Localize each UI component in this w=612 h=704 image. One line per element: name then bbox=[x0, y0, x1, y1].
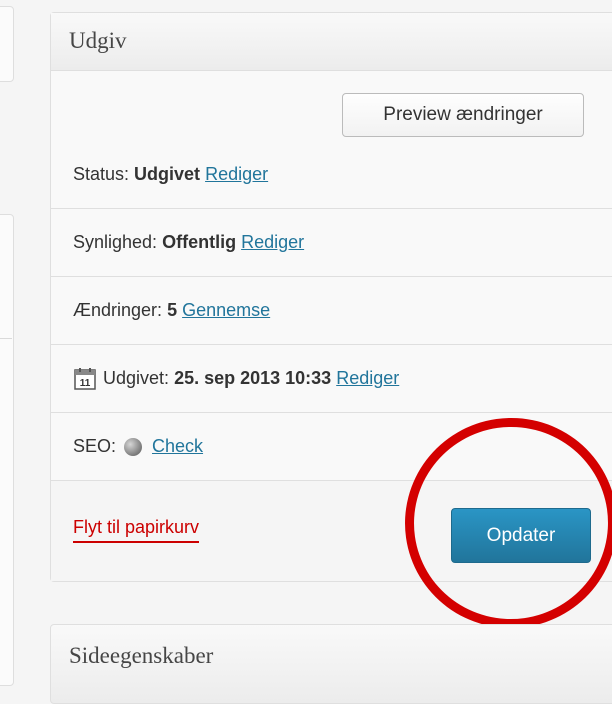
revisions-count: 5 bbox=[167, 300, 178, 320]
status-edit-link[interactable]: Rediger bbox=[205, 164, 268, 185]
visibility-row: Synlighed: Offentlig Rediger bbox=[51, 209, 612, 277]
publish-box-title: Udgiv bbox=[69, 28, 127, 53]
visibility-value: Offentlig bbox=[162, 232, 237, 252]
revisions-label: Ændringer: bbox=[73, 300, 163, 320]
published-date: 25. sep 2013 10:33 bbox=[174, 368, 332, 388]
preview-changes-button[interactable]: Preview ændringer bbox=[342, 93, 584, 137]
published-date-row: 11 Udgivet: 25. sep 2013 10:33 Rediger bbox=[51, 345, 612, 413]
seo-label: SEO: bbox=[73, 436, 117, 456]
revisions-browse-link[interactable]: Gennemse bbox=[182, 300, 270, 321]
page-attributes-box[interactable]: Sideegenskaber bbox=[50, 624, 612, 704]
left-panel-fragment bbox=[0, 6, 14, 82]
visibility-label: Synlighed: bbox=[73, 232, 158, 252]
published-label: Udgivet: bbox=[103, 368, 170, 388]
calendar-day: 11 bbox=[80, 378, 91, 389]
status-value: Udgivet bbox=[134, 164, 201, 184]
status-row: Status: Udgivet Rediger bbox=[51, 141, 612, 209]
status-label: Status: bbox=[73, 164, 130, 184]
page-attributes-title: Sideegenskaber bbox=[69, 643, 214, 668]
divider bbox=[0, 338, 12, 339]
visibility-edit-link[interactable]: Rediger bbox=[241, 232, 304, 253]
seo-check-link[interactable]: Check bbox=[152, 436, 203, 457]
preview-action: Preview ændringer bbox=[51, 71, 612, 141]
left-panel-fragment bbox=[0, 214, 14, 686]
revisions-row: Ændringer: 5 Gennemse bbox=[51, 277, 612, 345]
seo-status-dot-icon bbox=[124, 437, 143, 456]
calendar-icon: 11 bbox=[73, 367, 97, 391]
published-edit-link[interactable]: Rediger bbox=[336, 368, 399, 389]
publish-box-header[interactable]: Udgiv bbox=[51, 13, 612, 71]
move-to-trash-link[interactable]: Flyt til papirkurv bbox=[73, 517, 200, 543]
